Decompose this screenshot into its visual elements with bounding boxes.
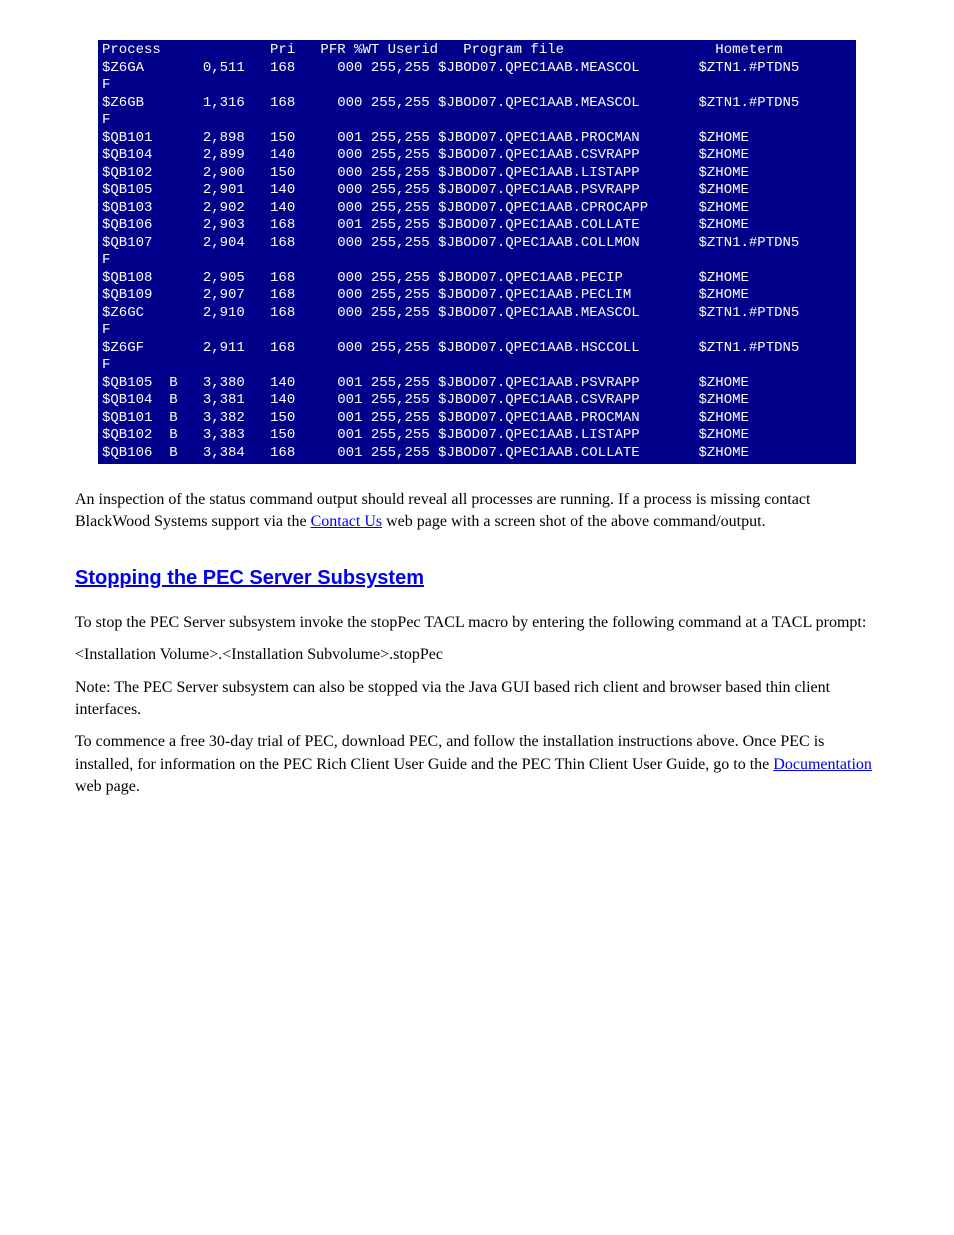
paragraph-stop-intro: To stop the PEC Server subsystem invoke … [75, 612, 879, 634]
documentation-link[interactable]: Documentation [773, 756, 872, 773]
paragraph-stop-note: Note: The PEC Server subsystem can also … [75, 677, 879, 722]
terminal-output: Process Pri PFR %WT Userid Program file … [98, 40, 856, 464]
paragraph-status: An inspection of the status command outp… [75, 489, 879, 534]
contact-us-link[interactable]: Contact Us [311, 513, 383, 530]
heading-stopping-pec[interactable]: Stopping the PEC Server Subsystem [75, 564, 879, 592]
paragraph-stop-cmd: <Installation Volume>.<Installation Subv… [75, 644, 879, 666]
paragraph-trial: To commence a free 30-day trial of PEC, … [75, 731, 879, 798]
